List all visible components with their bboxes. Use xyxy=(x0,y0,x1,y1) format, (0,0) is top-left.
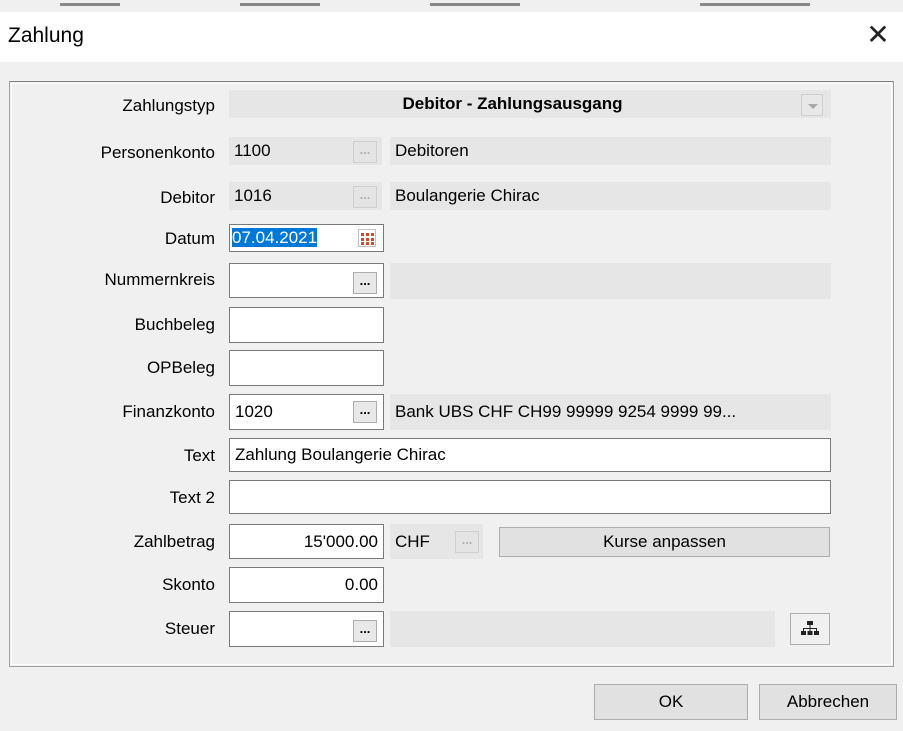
zahlungstyp-value: Debitor - Zahlungsausgang xyxy=(402,94,623,113)
row-opbeleg: OPBeleg xyxy=(10,350,893,386)
row-zahlbetrag: Zahlbetrag 15'000.00 CHF ... Kurse anpas… xyxy=(10,524,893,559)
buchbeleg-input[interactable] xyxy=(229,307,384,343)
nummernkreis-description xyxy=(390,263,831,299)
currency-value: CHF xyxy=(395,532,430,551)
opbeleg-input[interactable] xyxy=(229,350,384,386)
debitor-browse-button[interactable]: ... xyxy=(353,186,377,208)
row-text: Text Zahlung Boulangerie Chirac xyxy=(10,438,893,472)
opbeleg-label: OPBeleg xyxy=(146,358,215,377)
dialog-titlebar: Zahlung ✕ xyxy=(0,12,903,62)
text-input[interactable]: Zahlung Boulangerie Chirac xyxy=(229,438,831,472)
datum-input[interactable]: 07.04.2021 xyxy=(229,224,384,252)
hierarchy-icon xyxy=(801,621,819,635)
datum-value: 07.04.2021 xyxy=(232,228,318,247)
text-label: Text xyxy=(183,446,215,465)
nummernkreis-label: Nummernkreis xyxy=(104,270,215,289)
row-buchbeleg: Buchbeleg xyxy=(10,307,893,343)
finanzkonto-value: 1020 xyxy=(235,402,273,421)
steuer-description xyxy=(390,611,775,647)
row-datum: Datum 07.04.2021 xyxy=(10,224,893,256)
personenkonto-description: Debitoren xyxy=(390,137,831,165)
zahlbetrag-input[interactable]: 15'000.00 xyxy=(229,524,384,559)
row-nummernkreis: Nummernkreis ... xyxy=(10,263,893,299)
personenkonto-value: 1100 xyxy=(234,141,271,160)
finanzkonto-browse-button[interactable]: ... xyxy=(353,401,377,423)
ok-button[interactable]: OK xyxy=(594,684,748,720)
row-steuer: Steuer ... xyxy=(10,611,893,647)
text2-input[interactable] xyxy=(229,480,831,514)
text2-label: Text 2 xyxy=(169,488,215,507)
skonto-label: Skonto xyxy=(162,575,215,594)
currency-browse-button[interactable]: ... xyxy=(455,531,479,553)
payment-form-panel: Zahlungstyp Debitor - Zahlungsausgang Pe… xyxy=(9,81,894,667)
debitor-label: Debitor xyxy=(160,188,215,207)
row-personenkonto: Personenkonto 1100 ... Debitoren xyxy=(10,137,893,169)
zahlungstyp-label: Zahlungstyp xyxy=(122,96,215,115)
row-text2: Text 2 xyxy=(10,480,893,514)
hierarchy-button[interactable] xyxy=(790,613,830,645)
zahlbetrag-label: Zahlbetrag xyxy=(133,532,215,551)
zahlungstyp-select[interactable]: Debitor - Zahlungsausgang xyxy=(229,90,831,118)
datum-label: Datum xyxy=(164,229,215,248)
skonto-input[interactable]: 0.00 xyxy=(229,567,384,603)
finanzkonto-label: Finanzkonto xyxy=(122,402,215,421)
buchbeleg-label: Buchbeleg xyxy=(134,315,215,334)
finanzkonto-description: Bank UBS CHF CH99 99999 9254 9999 99... xyxy=(390,394,831,430)
dialog-title: Zahlung xyxy=(8,24,84,47)
personenkonto-label: Personenkonto xyxy=(100,143,215,162)
background-window-strip xyxy=(0,0,903,12)
row-skonto: Skonto 0.00 xyxy=(10,567,893,603)
row-debitor: Debitor 1016 ... Boulangerie Chirac xyxy=(10,182,893,214)
debitor-description: Boulangerie Chirac xyxy=(390,182,831,210)
row-finanzkonto: Finanzkonto 1020 ... Bank UBS CHF CH99 9… xyxy=(10,394,893,430)
debitor-value: 1016 xyxy=(234,186,272,205)
kurse-anpassen-button[interactable]: Kurse anpassen xyxy=(499,527,830,557)
steuer-label: Steuer xyxy=(164,619,215,638)
personenkonto-browse-button[interactable]: ... xyxy=(353,141,377,163)
row-zahlungstyp: Zahlungstyp Debitor - Zahlungsausgang xyxy=(10,90,893,122)
cancel-button[interactable]: Abbrechen xyxy=(759,684,897,720)
close-button[interactable]: ✕ xyxy=(861,18,895,52)
steuer-browse-button[interactable]: ... xyxy=(353,620,377,642)
calendar-icon[interactable] xyxy=(358,229,376,247)
nummernkreis-browse-button[interactable]: ... xyxy=(353,272,377,294)
chevron-down-icon[interactable] xyxy=(801,94,823,116)
